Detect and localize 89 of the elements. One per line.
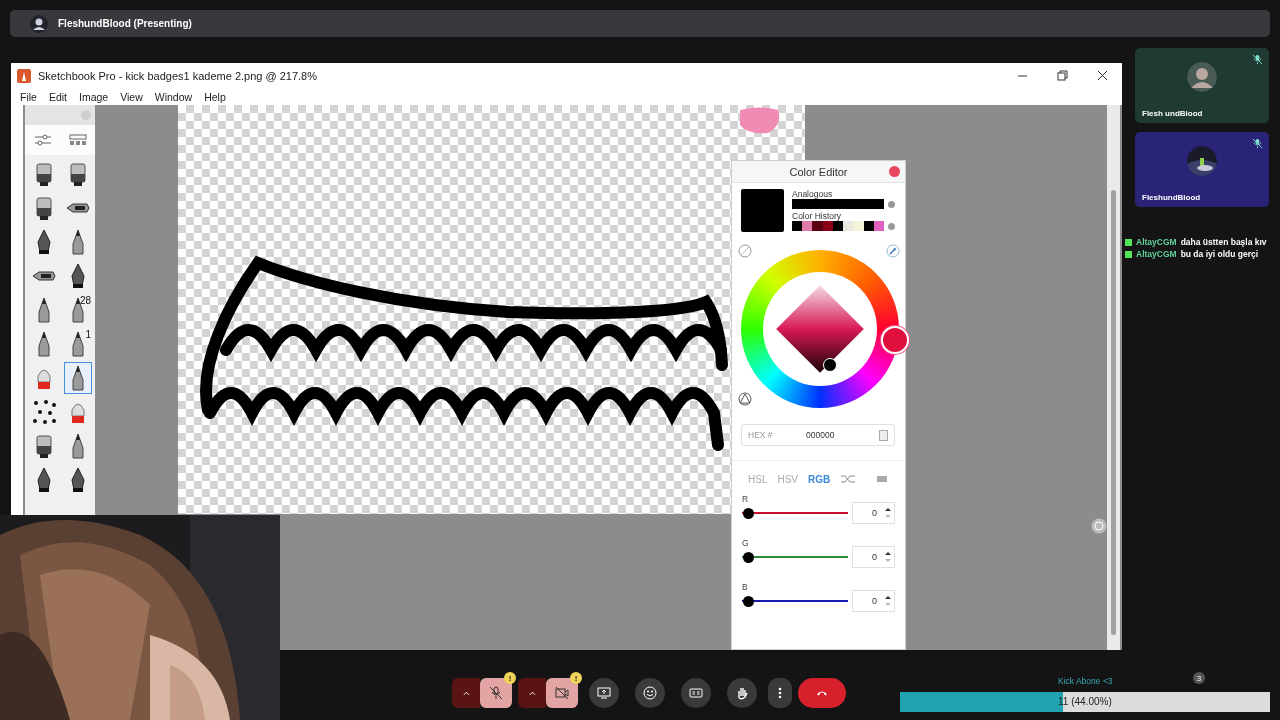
chat-message: bu da iyi oldu gerçi <box>1180 249 1259 259</box>
presenter-label: FleshundBlood (Presenting) <box>58 18 192 29</box>
menu-item[interactable]: Help <box>198 90 232 103</box>
menu-item[interactable]: View <box>114 90 149 103</box>
history-swatch[interactable] <box>792 221 803 231</box>
emoji-button[interactable] <box>635 678 665 708</box>
microphone-icon <box>489 686 503 700</box>
warning-badge: ! <box>504 672 516 684</box>
camera-button[interactable] <box>546 678 578 708</box>
hex-value: 000000 <box>806 430 836 440</box>
participant-name: Flesh undBlood <box>1142 109 1203 118</box>
history-swatch[interactable] <box>832 221 844 231</box>
captions-button[interactable] <box>681 678 711 708</box>
triangle-icon[interactable] <box>738 392 752 406</box>
notification-badge: 3 <box>1193 672 1205 684</box>
hang-up-button[interactable] <box>798 678 846 708</box>
slider-thumb[interactable] <box>743 551 754 563</box>
microphone-button[interactable] <box>480 678 512 708</box>
analogous-label: Analogous <box>792 189 834 199</box>
channel-value-field[interactable]: 0 <box>852 502 895 524</box>
hue-handle[interactable] <box>881 326 909 354</box>
warning-badge: ! <box>570 672 582 684</box>
channel-label: B <box>742 582 749 592</box>
app-icon <box>17 68 31 83</box>
participant-tile[interactable]: Flesh undBlood <box>1135 48 1269 123</box>
history-label: Color History <box>792 211 843 221</box>
channel-label: G <box>742 538 750 548</box>
menu-item[interactable]: Image <box>73 90 115 103</box>
menu-item[interactable]: Window <box>148 90 199 103</box>
share-screen-icon <box>597 686 611 700</box>
panel-title: Color Editor <box>789 165 848 178</box>
window-title: Sketchbook Pro - kick badges1 kademe 2.png @ 217.8% <box>38 69 318 82</box>
channel-value: 0 <box>872 508 877 518</box>
scrollbar[interactable] <box>1107 105 1120 650</box>
brush-size-label: 28 <box>79 295 91 306</box>
close-icon <box>1096 70 1108 81</box>
spinner-icon[interactable] <box>885 550 891 564</box>
history-swatch[interactable] <box>822 221 833 231</box>
info-icon[interactable] <box>888 200 895 208</box>
more-options-button[interactable] <box>768 678 792 708</box>
history-swatch[interactable] <box>873 221 884 231</box>
history-swatch[interactable] <box>843 221 854 231</box>
restore-icon <box>1056 70 1068 81</box>
hex-label: HEX # <box>748 430 774 440</box>
camera-icon <box>555 686 569 700</box>
avatar-icon <box>30 14 48 33</box>
channel-value: 0 <box>872 596 877 606</box>
brush-size-label: 1 <box>85 329 91 340</box>
share-screen-button[interactable] <box>589 678 619 708</box>
close-button[interactable] <box>889 166 900 177</box>
channel-value-field[interactable]: 0 <box>852 590 895 612</box>
slider-thumb[interactable] <box>743 595 754 607</box>
chat-username[interactable]: AltayCGM <box>1136 237 1177 247</box>
channel-value-field[interactable]: 0 <box>852 546 895 568</box>
brush-tool[interactable] <box>64 362 92 394</box>
hand-icon <box>735 686 749 700</box>
avatar-icon <box>1187 62 1217 92</box>
brush-icon <box>31 398 57 426</box>
channel-value: 0 <box>872 552 877 562</box>
brush-library-icon[interactable] <box>66 132 89 148</box>
brush-tool[interactable]: 28 <box>64 294 92 326</box>
raise-hand-button[interactable] <box>727 678 757 708</box>
channel-label: R <box>742 494 750 504</box>
current-color-swatch <box>741 189 784 232</box>
menu-item[interactable]: Edit <box>42 90 73 103</box>
hex-field[interactable]: HEX # 000000 <box>741 424 895 446</box>
shuffle-icon[interactable] <box>840 474 857 484</box>
smiley-icon <box>643 686 657 700</box>
paint-blob <box>740 107 780 134</box>
mode-tab[interactable]: RGB <box>808 473 831 485</box>
goal-value: 11 (44.00%) <box>1058 696 1112 707</box>
menu-item[interactable]: File <box>14 90 43 103</box>
history-swatch[interactable] <box>802 221 813 231</box>
history-swatch[interactable] <box>863 221 874 231</box>
brush-tool[interactable]: 1 <box>64 328 92 360</box>
navigation-icon[interactable] <box>1091 518 1107 534</box>
captions-icon <box>689 686 703 700</box>
participant-tile[interactable]: FleshundBlood <box>1135 132 1269 207</box>
info-icon[interactable] <box>888 222 895 230</box>
slider-thumb[interactable] <box>743 507 754 519</box>
chat-message: daha üstten başla kıv <box>1180 237 1267 247</box>
participant-name: FleshundBlood <box>1142 193 1201 202</box>
spinner-icon[interactable] <box>885 506 891 520</box>
goal-title: Kick Abone <3 <box>1058 676 1113 688</box>
history-swatch[interactable] <box>853 221 864 231</box>
history-swatch[interactable] <box>812 221 823 231</box>
eyedropper-icon[interactable] <box>886 244 900 258</box>
chat-username[interactable]: AltayCGM <box>1136 249 1177 259</box>
spinner-icon[interactable] <box>885 594 891 608</box>
